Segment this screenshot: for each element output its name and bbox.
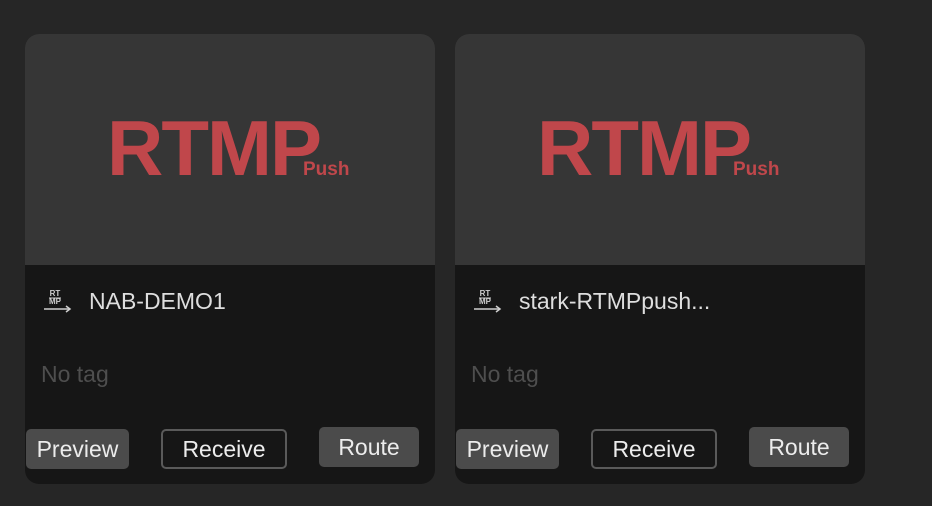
source-name: NAB-DEMO1 <box>89 288 226 314</box>
rtmp-push-icon: RT MP <box>474 289 502 313</box>
source-thumbnail[interactable]: RTMP Push <box>455 34 865 265</box>
preview-button[interactable]: Preview <box>26 429 129 469</box>
logo-main-text: RTMP <box>107 104 322 192</box>
rtmp-push-icon: RT MP <box>44 289 72 313</box>
tag-label: No tag <box>471 361 539 387</box>
source-card[interactable]: RTMP Push RT MP NAB-DEMO1 No tag Preview… <box>25 34 435 484</box>
logo-sub-text: Push <box>733 159 780 180</box>
source-name: stark-RTMPpush... <box>519 288 711 314</box>
logo-main-text: RTMP <box>537 104 752 192</box>
route-button[interactable]: Route <box>319 427 419 467</box>
rtmp-push-logo: RTMP Push <box>537 104 787 192</box>
route-button[interactable]: Route <box>749 427 849 467</box>
rtmp-push-logo: RTMP Push <box>107 104 357 192</box>
receive-button[interactable]: Receive <box>161 429 287 469</box>
receive-button[interactable]: Receive <box>591 429 717 469</box>
logo-sub-text: Push <box>303 159 350 180</box>
source-card[interactable]: RTMP Push RT MP stark-RTMPpush... No tag… <box>455 34 865 484</box>
svg-text:MP: MP <box>479 297 492 306</box>
preview-button[interactable]: Preview <box>456 429 559 469</box>
svg-text:MP: MP <box>49 297 62 306</box>
source-thumbnail[interactable]: RTMP Push <box>25 34 435 265</box>
tag-label: No tag <box>41 361 109 387</box>
